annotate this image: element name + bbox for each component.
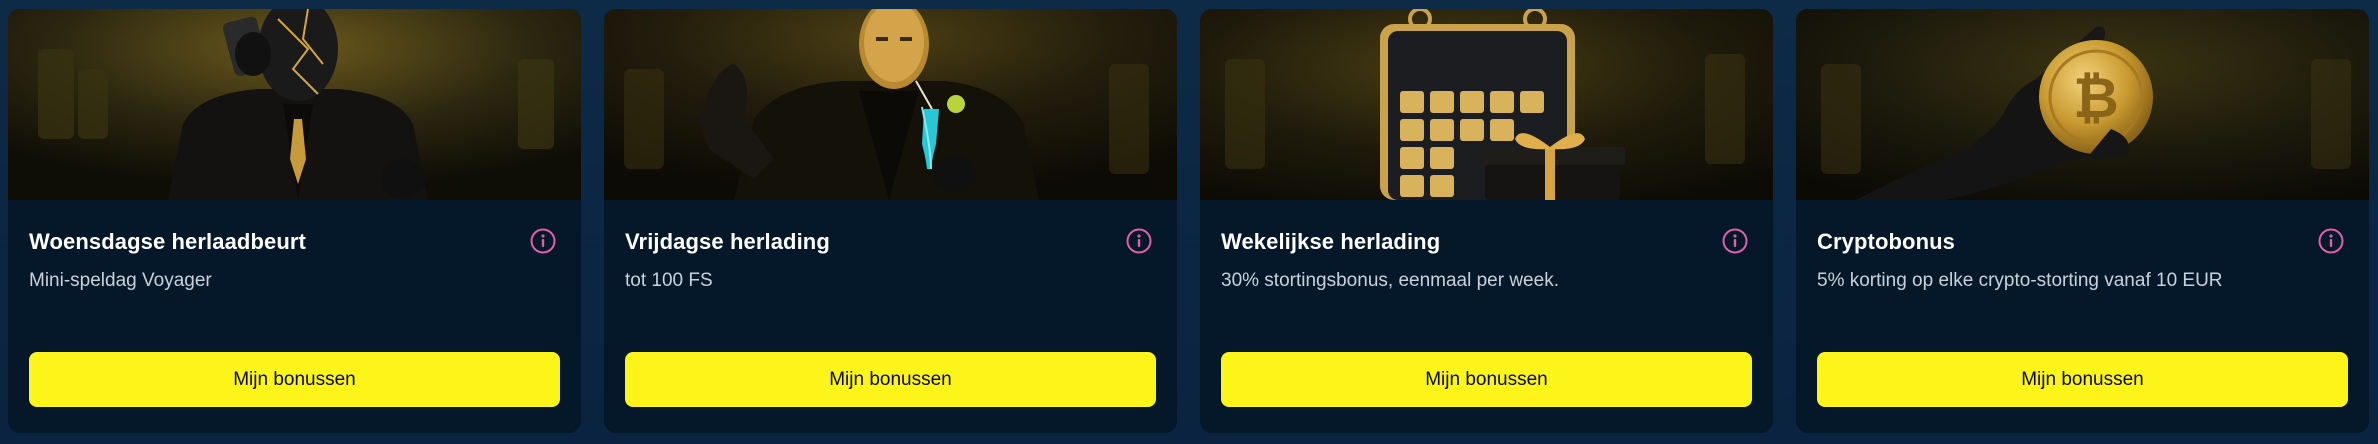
masked-man-with-cocktail-image [604, 9, 1177, 200]
calendar-and-gift-image [1200, 9, 1773, 200]
promo-subtitle: 30% stortingsbonus, eenmaal per week. [1221, 270, 1559, 291]
my-bonuses-button[interactable]: Mijn bonussen [29, 352, 560, 407]
promo-card-friday-reload: Vrijdagse herlading tot 100 FS Mijn bonu… [604, 9, 1177, 433]
promo-card-wednesday-reload: Woensdagse herlaadbeurt Mini-speldag Voy… [8, 9, 581, 433]
promo-card-list: Woensdagse herlaadbeurt Mini-speldag Voy… [8, 9, 2369, 433]
promo-subtitle: tot 100 FS [625, 270, 713, 291]
masked-man-on-phone-image [8, 9, 581, 200]
promo-subtitle: Mini-speldag Voyager [29, 270, 212, 291]
gloved-hand-bitcoin-image: ₿ [1796, 9, 2369, 200]
promo-card-crypto-bonus: ₿ Cryptobonus 5% korting op elke crypto-… [1796, 9, 2369, 433]
svg-text:₿: ₿ [2073, 66, 2119, 131]
promo-title: Wekelijkse herlading [1221, 229, 1441, 254]
info-icon[interactable] [1722, 228, 1748, 254]
promo-title: Vrijdagse herlading [625, 229, 830, 254]
promo-subtitle: 5% korting op elke crypto-storting vanaf… [1817, 270, 2223, 291]
promo-title: Woensdagse herlaadbeurt [29, 229, 306, 254]
info-icon[interactable] [530, 228, 556, 254]
my-bonuses-button[interactable]: Mijn bonussen [1817, 352, 2348, 407]
promo-title: Cryptobonus [1817, 229, 1955, 254]
promo-card-weekly-reload: Wekelijkse herlading 30% stortingsbonus,… [1200, 9, 1773, 433]
info-icon[interactable] [2318, 228, 2344, 254]
info-icon[interactable] [1126, 228, 1152, 254]
my-bonuses-button[interactable]: Mijn bonussen [1221, 352, 1752, 407]
my-bonuses-button[interactable]: Mijn bonussen [625, 352, 1156, 407]
promotions-page: Woensdagse herlaadbeurt Mini-speldag Voy… [0, 0, 2378, 444]
